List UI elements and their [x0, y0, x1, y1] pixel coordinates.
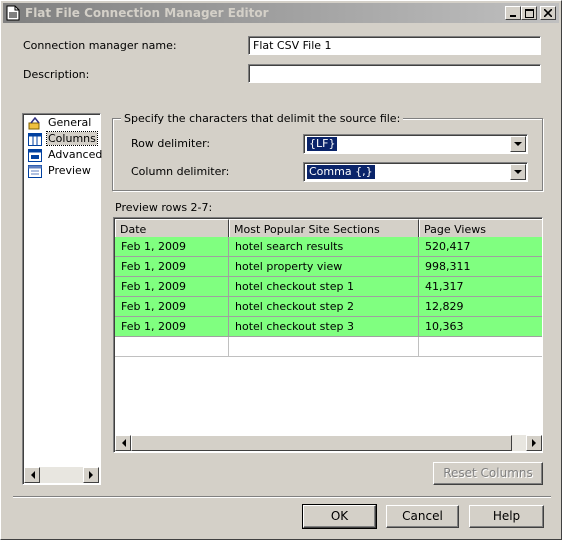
cell-date: Feb 1, 2009 — [115, 317, 229, 337]
nav-horizontal-scrollbar[interactable] — [24, 467, 99, 483]
table-row[interactable]: Feb 1, 2009 hotel property view 998,311 — [115, 257, 542, 277]
close-icon — [544, 9, 552, 17]
column-header-date[interactable]: Date — [115, 219, 229, 239]
arrow-right-icon — [531, 439, 536, 447]
preview-grid[interactable]: Date Most Popular Site Sections Page Vie… — [113, 217, 543, 453]
nav-item-label: General — [48, 116, 92, 129]
cell-empty — [115, 337, 229, 357]
cell-page-views: 998,311 — [419, 257, 542, 277]
close-button[interactable] — [540, 6, 556, 20]
column-header-page-views[interactable]: Page Views — [419, 219, 542, 239]
table-row[interactable]: Feb 1, 2009 hotel checkout step 2 12,829 — [115, 297, 542, 317]
column-delimiter-dropdown-button[interactable] — [510, 164, 526, 180]
grid-horizontal-scrollbar[interactable] — [115, 435, 542, 451]
document-icon — [6, 5, 20, 21]
cell-section: hotel checkout step 2 — [229, 297, 419, 317]
preview-rows-label: Preview rows 2-7: — [115, 201, 213, 214]
chevron-down-icon — [514, 141, 522, 146]
advanced-icon — [28, 149, 42, 162]
empty-new-row[interactable] — [115, 337, 542, 357]
cell-page-views: 520,417 — [419, 237, 542, 257]
dialog-window: Flat File Connection Manager Editor Conn… — [0, 0, 562, 540]
cell-page-views: 10,363 — [419, 317, 542, 337]
connection-name-input[interactable]: Flat CSV File 1 — [248, 36, 541, 55]
scroll-thumb[interactable] — [131, 435, 512, 451]
minimize-icon — [510, 15, 516, 17]
reset-columns-button[interactable]: Reset Columns — [433, 462, 543, 485]
cell-date: Feb 1, 2009 — [115, 297, 229, 317]
title-bar[interactable]: Flat File Connection Manager Editor — [3, 3, 559, 23]
cell-page-views: 41,317 — [419, 277, 542, 297]
window-title: Flat File Connection Manager Editor — [25, 6, 269, 20]
column-delimiter-select[interactable]: Comma {,} — [303, 162, 528, 182]
scroll-right-button[interactable] — [83, 467, 99, 483]
scroll-right-button[interactable] — [526, 435, 542, 451]
ok-button[interactable]: OK — [302, 504, 377, 529]
connection-name-label: Connection manager name: — [23, 39, 177, 52]
row-delimiter-dropdown-button[interactable] — [510, 136, 526, 152]
row-delimiter-label: Row delimiter: — [131, 137, 211, 150]
nav-item-general[interactable]: General — [27, 116, 99, 131]
grid-header: Date Most Popular Site Sections Page Vie… — [115, 219, 542, 239]
cell-section: hotel checkout step 3 — [229, 317, 419, 337]
column-delimiter-value: Comma {,} — [306, 164, 376, 180]
cancel-button[interactable]: Cancel — [386, 505, 459, 528]
cell-date: Feb 1, 2009 — [115, 237, 229, 257]
preview-icon — [28, 165, 42, 178]
row-delimiter-value: {LF} — [305, 136, 339, 152]
description-input[interactable] — [248, 64, 541, 83]
description-label: Description: — [23, 68, 90, 81]
nav-item-advanced[interactable]: Advanced — [27, 148, 102, 163]
delimiter-group-title: Specify the characters that delimit the … — [121, 112, 404, 125]
cell-section: hotel search results — [229, 237, 419, 257]
general-icon — [28, 117, 40, 130]
column-delimiter-label: Column delimiter: — [131, 165, 230, 178]
maximize-icon — [524, 8, 534, 18]
nav-item-columns[interactable]: Columns — [27, 131, 99, 147]
chevron-down-icon — [514, 169, 522, 174]
cell-section: hotel property view — [229, 257, 419, 277]
columns-icon — [28, 133, 42, 146]
table-row[interactable]: Feb 1, 2009 hotel checkout step 1 41,317 — [115, 277, 542, 297]
column-header-site-sections[interactable]: Most Popular Site Sections — [229, 219, 419, 239]
arrow-left-icon — [30, 471, 35, 479]
cell-empty — [419, 337, 542, 357]
cell-page-views: 12,829 — [419, 297, 542, 317]
nav-item-label: Advanced — [48, 148, 103, 161]
minimize-button[interactable] — [505, 6, 521, 20]
divider — [13, 496, 551, 498]
nav-item-label: Preview — [48, 164, 91, 177]
cell-date: Feb 1, 2009 — [115, 257, 229, 277]
maximize-button[interactable] — [521, 6, 537, 20]
help-button[interactable]: Help — [469, 505, 544, 528]
cell-date: Feb 1, 2009 — [115, 277, 229, 297]
row-delimiter-select[interactable]: {LF} — [303, 134, 528, 154]
page-nav-list[interactable]: General Columns Advanced Preview — [22, 113, 102, 485]
arrow-left-icon — [121, 439, 126, 447]
nav-item-label: Columns — [46, 131, 98, 146]
cell-empty — [229, 337, 419, 357]
scroll-left-button[interactable] — [24, 467, 40, 483]
cell-section: hotel checkout step 1 — [229, 277, 419, 297]
nav-item-preview[interactable]: Preview — [27, 164, 99, 179]
table-row[interactable]: Feb 1, 2009 hotel search results 520,417 — [115, 237, 542, 257]
table-row[interactable]: Feb 1, 2009 hotel checkout step 3 10,363 — [115, 317, 542, 337]
scroll-left-button[interactable] — [115, 435, 131, 451]
arrow-right-icon — [88, 471, 93, 479]
